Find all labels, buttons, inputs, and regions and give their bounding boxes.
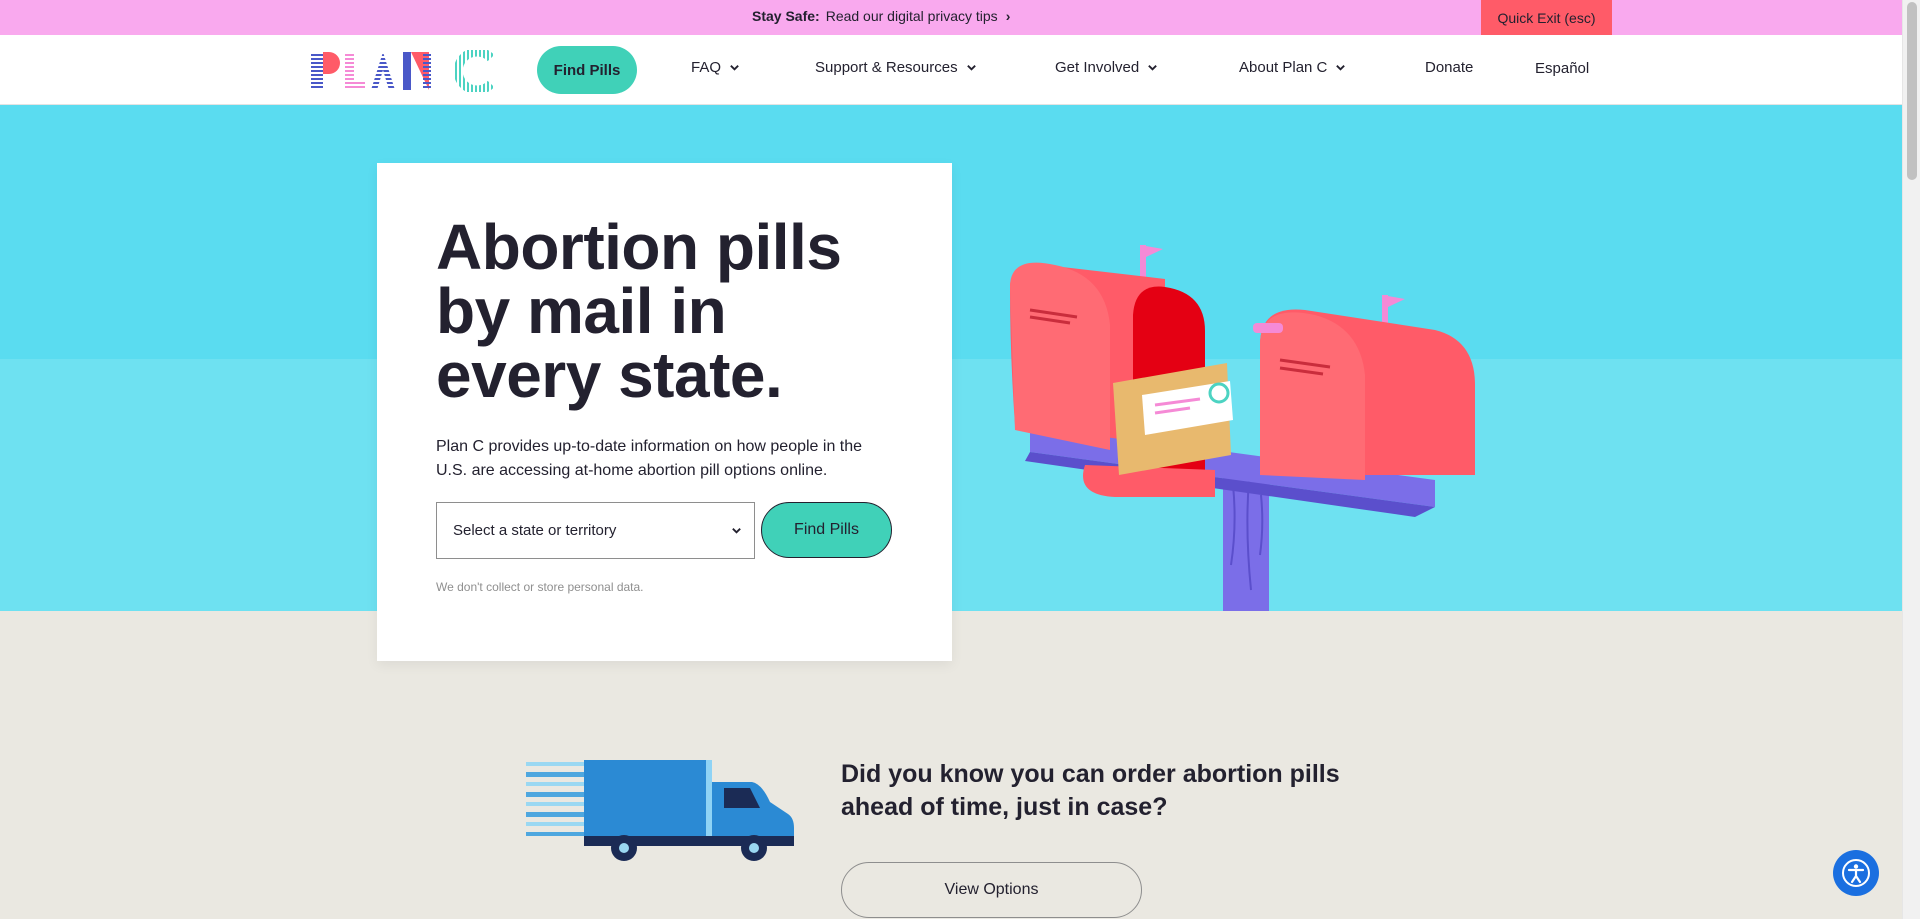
nav-find-pills-button[interactable]: Find Pills (537, 46, 637, 94)
nav-language[interactable]: Español (1535, 60, 1589, 77)
state-select-value: Select a state or territory (453, 522, 617, 539)
plan-c-logo[interactable] (311, 50, 493, 92)
chevron-right-icon: › (1005, 8, 1011, 24)
nav-donate[interactable]: Donate (1425, 59, 1473, 76)
mailbox-illustration (1010, 245, 1475, 611)
nav-support-label: Support & Resources (815, 59, 958, 76)
nav-faq-label: FAQ (691, 59, 722, 76)
accessibility-icon (1842, 859, 1870, 887)
chevron-down-icon (1148, 65, 1158, 71)
scrollbar-thumb[interactable] (1907, 2, 1917, 180)
hero-title: Abortion pills by mail in every state. (436, 211, 842, 411)
hero-find-pills-button[interactable]: Find Pills (761, 502, 892, 558)
nav-language-label: Español (1535, 60, 1590, 77)
promo-heading: Did you know you can order abortion pill… (841, 760, 1340, 821)
nav-get-involved[interactable]: Get Involved (1055, 59, 1158, 76)
chevron-down-icon (966, 65, 976, 71)
page-scrollbar[interactable] (1902, 0, 1920, 919)
top-banner: Stay Safe: Read our digital privacy tips… (0, 0, 1902, 35)
chevron-down-icon (1336, 65, 1346, 71)
quick-exit-button[interactable]: Quick Exit (esc) (1481, 0, 1612, 35)
nav-about-label: About Plan C (1239, 59, 1328, 76)
chevron-down-icon (732, 528, 741, 534)
accessibility-button[interactable] (1833, 850, 1879, 896)
hero-card: Abortion pills by mail in every state. P… (377, 163, 952, 661)
chevron-down-icon (730, 65, 739, 71)
nav-support-resources[interactable]: Support & Resources (815, 59, 977, 76)
banner-text: Read our digital privacy tips (825, 8, 998, 24)
privacy-tips-link[interactable]: Stay Safe: Read our digital privacy tips… (752, 8, 1010, 24)
privacy-note: We don't collect or store personal data. (436, 580, 644, 594)
nav-faq[interactable]: FAQ (691, 59, 740, 76)
nav-get-involved-label: Get Involved (1055, 59, 1140, 76)
nav-about[interactable]: About Plan C (1239, 59, 1346, 76)
state-select[interactable]: Select a state or territory (436, 502, 755, 559)
delivery-truck-illustration (526, 760, 794, 861)
nav-donate-label: Donate (1425, 59, 1474, 76)
banner-prefix: Stay Safe: (752, 8, 820, 24)
view-options-button[interactable]: View Options (841, 862, 1142, 918)
hero-subtitle: Plan C provides up-to-date information o… (436, 438, 863, 479)
